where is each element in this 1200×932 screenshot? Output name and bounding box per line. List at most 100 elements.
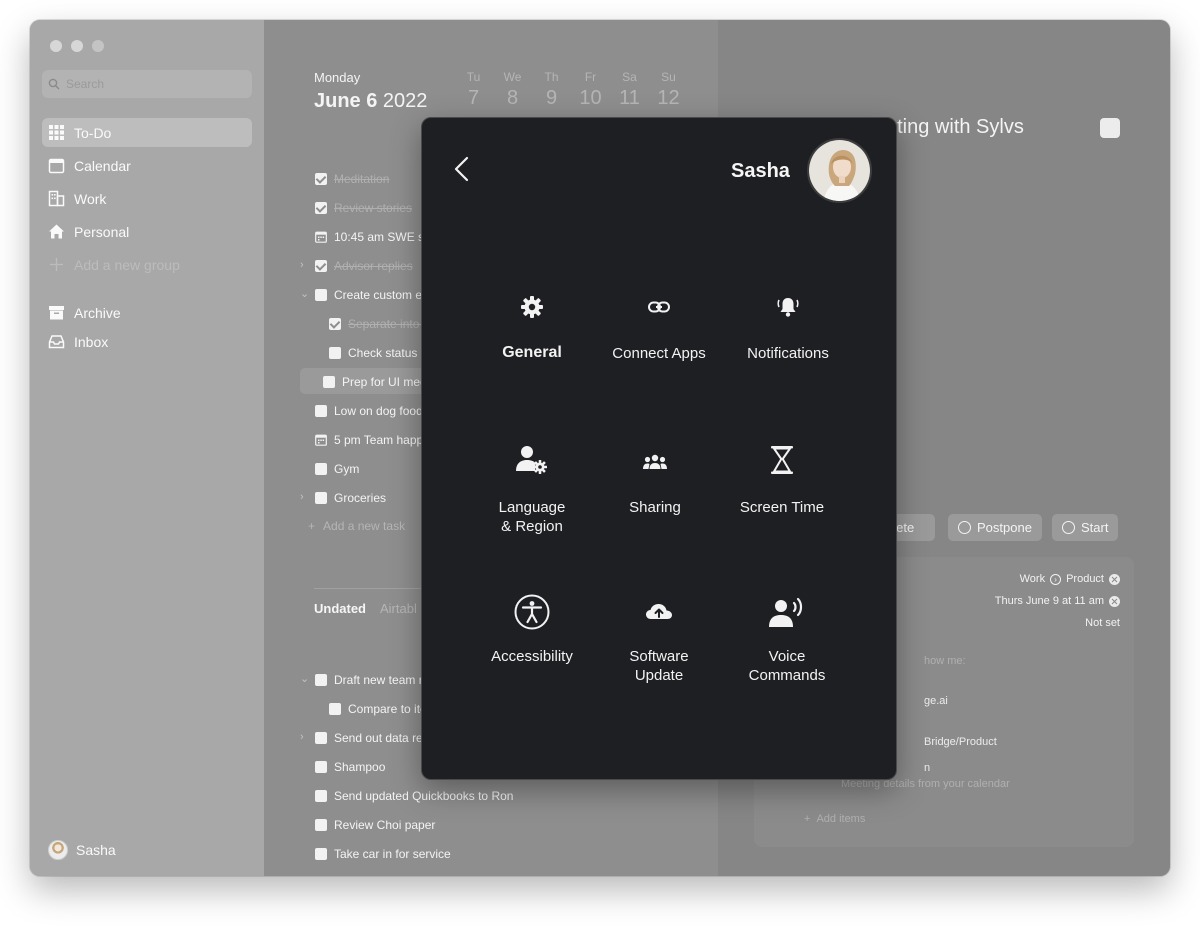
hourglass-icon — [771, 446, 793, 474]
task-checkbox[interactable] — [315, 492, 327, 504]
add-task-button[interactable]: + Add a new task — [308, 519, 405, 533]
calendar-icon — [315, 231, 327, 243]
task-checkbox[interactable] — [315, 819, 327, 831]
close-window-button[interactable] — [50, 40, 62, 52]
task-checkbox[interactable] — [329, 347, 341, 359]
settings-tile-sharing[interactable]: Sharing — [585, 444, 725, 517]
week-day[interactable]: Fr 10 — [571, 70, 610, 110]
task-checkbox[interactable] — [315, 260, 327, 272]
chevron-right-icon[interactable]: › — [300, 259, 308, 271]
home-icon — [49, 224, 64, 239]
task-checkbox[interactable] — [315, 674, 327, 686]
sidebar: Search To-Do Calendar Work Personal Add … — [30, 20, 264, 876]
chevron-down-icon[interactable]: ⌄ — [300, 287, 309, 300]
building-icon — [48, 190, 65, 207]
tab-undated[interactable]: Undated — [314, 601, 366, 616]
subtask-item[interactable]: Separate into c — [329, 317, 429, 331]
subtask-item[interactable]: Compare to ite — [329, 702, 427, 716]
settings-tile-connect-apps[interactable]: Connect Apps — [589, 294, 729, 363]
task-checkbox[interactable] — [315, 732, 327, 744]
week-day[interactable]: We 8 — [493, 70, 532, 110]
week-day[interactable]: Th 9 — [532, 70, 571, 110]
clear-icon[interactable] — [1109, 573, 1120, 585]
link-item[interactable]: ge.ai — [924, 695, 948, 707]
task-checkbox[interactable] — [323, 376, 335, 388]
task-item[interactable]: Draft new team ro — [315, 673, 429, 687]
task-item[interactable]: 5 pm Team happy — [315, 433, 429, 447]
task-checkbox[interactable] — [329, 703, 341, 715]
add-group-button[interactable]: Add a new group — [42, 250, 252, 279]
settings-tile-general[interactable]: General — [462, 294, 602, 362]
settings-tile-language-region[interactable]: Language & Region — [462, 444, 602, 536]
task-checkbox[interactable] — [329, 318, 341, 330]
task-item[interactable]: Groceries — [315, 491, 386, 505]
bell-icon — [777, 298, 799, 317]
task-item[interactable]: Send updated Quickbooks to Ron — [315, 789, 513, 803]
sidebar-item-todo[interactable]: To-Do — [42, 118, 252, 147]
sidebar-item-archive[interactable]: Archive — [42, 298, 252, 327]
start-button[interactable]: Start — [1052, 514, 1119, 541]
task-item[interactable]: Send out data req — [315, 731, 429, 745]
week-day[interactable]: Tu 7 — [454, 70, 493, 110]
task-item[interactable]: Shampoo — [315, 760, 385, 774]
chevron-right-icon[interactable]: › — [300, 731, 308, 743]
task-item[interactable]: Meditation — [315, 172, 389, 186]
task-checkbox[interactable] — [315, 173, 327, 185]
task-checkbox[interactable] — [315, 463, 327, 475]
not-set-meta[interactable]: Not set — [1085, 617, 1120, 629]
tile-label: Update — [634, 667, 684, 684]
tab-airtable[interactable]: Airtabl — [380, 601, 417, 616]
tile-label: Sharing — [629, 499, 681, 516]
week-day[interactable]: Sa 11 — [610, 70, 649, 110]
tile-label: Commands — [748, 667, 826, 684]
task-checkbox[interactable] — [315, 405, 327, 417]
task-item[interactable]: Advisor replies — [315, 259, 413, 273]
sidebar-item-inbox[interactable]: Inbox — [42, 327, 252, 356]
task-checkbox[interactable] — [315, 790, 327, 802]
link-item[interactable]: Bridge/Product — [924, 736, 997, 748]
task-item[interactable]: Gym — [315, 462, 359, 476]
task-item[interactable]: Take car in for service — [315, 847, 451, 861]
task-item[interactable]: Review stories — [315, 201, 412, 215]
chevron-right-icon[interactable]: › — [300, 491, 308, 503]
cloud-upload-icon — [646, 604, 672, 619]
back-chevron-icon[interactable] — [452, 155, 472, 183]
settings-tile-notifications[interactable]: Notifications — [718, 294, 858, 363]
minimize-window-button[interactable] — [71, 40, 83, 52]
settings-tile-accessibility[interactable]: Accessibility — [462, 593, 602, 666]
task-item[interactable]: Create custom ed — [315, 288, 429, 302]
sidebar-user[interactable]: Sasha — [48, 840, 116, 860]
detail-title[interactable]: eting with Sylvs — [886, 116, 1024, 139]
task-checkbox[interactable] — [315, 202, 327, 214]
task-item[interactable]: Low on dog food — [315, 404, 423, 418]
tile-label: Accessibility — [491, 648, 573, 665]
voice-icon — [769, 597, 803, 627]
profile-avatar[interactable] — [807, 138, 872, 203]
chevron-down-icon[interactable]: ⌄ — [300, 672, 309, 685]
add-items-button[interactable]: + Add items — [804, 813, 865, 825]
sidebar-item-work[interactable]: Work — [42, 184, 252, 213]
task-checkbox[interactable] — [315, 761, 327, 773]
link-item[interactable]: n — [924, 762, 930, 774]
task-checkbox[interactable] — [315, 848, 327, 860]
postpone-button[interactable]: Postpone — [948, 514, 1042, 541]
settings-tile-software-update[interactable]: Software Update — [589, 593, 729, 685]
subtask-item[interactable]: Check status o — [329, 346, 427, 360]
sidebar-item-personal[interactable]: Personal — [42, 217, 252, 246]
task-item[interactable]: 10:45 am SWE sta — [315, 230, 434, 244]
week-day[interactable]: Su 12 — [649, 70, 688, 110]
task-item[interactable]: Review Choi paper — [315, 818, 435, 832]
list-meta[interactable]: Work › Product — [1020, 573, 1120, 585]
sidebar-item-calendar[interactable]: Calendar — [42, 151, 252, 180]
date-meta[interactable]: Thurs June 9 at 11 am — [995, 595, 1120, 607]
settings-tile-voice-commands[interactable]: Voice Commands — [717, 593, 857, 685]
avatar — [48, 840, 68, 860]
task-item-selected[interactable]: Prep for UI meet — [323, 375, 430, 389]
clear-icon[interactable] — [1109, 595, 1120, 607]
settings-tile-screen-time[interactable]: Screen Time — [712, 444, 852, 517]
detail-checkbox[interactable] — [1100, 118, 1120, 138]
sidebar-user-name: Sasha — [76, 842, 116, 858]
task-checkbox[interactable] — [315, 289, 327, 301]
zoom-window-button[interactable] — [92, 40, 104, 52]
search-box[interactable]: Search — [42, 70, 252, 98]
